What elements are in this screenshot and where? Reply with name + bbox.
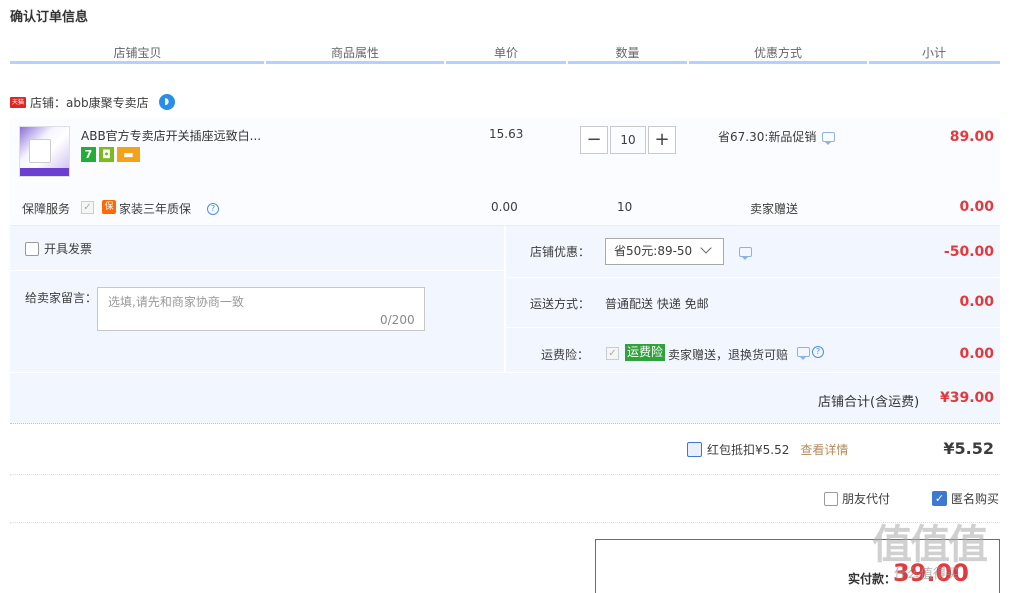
shop-discount-label: 店铺优惠： [530, 245, 591, 259]
invoice-option[interactable]: 开具发票 [25, 240, 92, 257]
divider [10, 372, 1000, 373]
red-packet-value: ¥5.52 [943, 439, 994, 458]
watermark-logo: 值值值 [872, 522, 988, 568]
promotion-text: 省67.30:新品促销 [718, 130, 817, 144]
seven-day-return-icon[interactable]: 7 [81, 147, 96, 162]
red-packet-row: 红包抵扣¥5.52 查看详情 [687, 441, 848, 458]
red-packet-checkbox[interactable] [687, 442, 702, 457]
tmall-guarantee-icon[interactable]: ◘ [99, 147, 114, 162]
divider [504, 226, 506, 372]
credit-card-icon[interactable]: ▬ [117, 147, 140, 162]
header-shop-item: 店铺宝贝 [113, 46, 162, 60]
decrease-quantity-button[interactable]: − [580, 126, 608, 154]
item-subtotal: 89.00 [949, 129, 994, 145]
memo-char-count: 0/200 [380, 313, 415, 327]
service-name-wrap: 家装三年质保 ? [119, 200, 220, 217]
wangwang-chat-icon[interactable]: ◗ [158, 94, 175, 110]
message-icon[interactable] [739, 247, 752, 260]
header-sep [867, 61, 869, 64]
help-icon[interactable]: ? [812, 346, 824, 358]
service-name: 家装三年质保 [119, 202, 192, 216]
quantity-stepper: − 10 + [580, 126, 676, 154]
header-promotion: 优惠方式 [753, 46, 802, 60]
friend-pay-checkbox[interactable] [824, 491, 838, 506]
invoice-label: 开具发票 [44, 242, 93, 256]
message-icon[interactable] [822, 131, 836, 145]
service-method: 卖家赠送 [750, 202, 799, 216]
view-details-link[interactable]: 查看详情 [800, 441, 848, 458]
shop-row: 天猫 店铺：abb康聚专卖店 ◗ [10, 92, 175, 112]
insurance-value: 0.00 [959, 346, 994, 362]
divider [10, 270, 504, 271]
insurance-checkbox: ✓ [606, 347, 619, 360]
insurance-label: 运费险： [541, 348, 590, 362]
service-label: 保障服务 [22, 202, 71, 216]
header-sep [444, 61, 446, 64]
insurance-tag: 运费险 [625, 344, 666, 361]
service-subtotal: 0.00 [959, 199, 994, 215]
divider [506, 327, 1000, 328]
shop-discount-value: -50.00 [943, 244, 994, 260]
product-badges: 7 ◘ ▬ [81, 147, 140, 162]
help-icon[interactable]: ? [207, 202, 220, 215]
warranty-icon: 保 [102, 200, 116, 214]
memo-placeholder: 选填,请先和商家协商一致 [108, 295, 244, 309]
discount-message-wrap [739, 246, 752, 260]
unit-price: 15.63 [489, 127, 524, 141]
actual-payment-label: 实付款： [848, 572, 897, 586]
header-subtotal: 小计 [921, 46, 946, 60]
anonymous-label: 匿名购买 [951, 492, 1000, 506]
product-title-link[interactable]: ABB官方专卖店开关插座远致白... [81, 127, 271, 144]
quantity-input[interactable]: 10 [610, 126, 646, 154]
divider [10, 474, 1000, 475]
header-quantity: 数量 [615, 46, 640, 60]
shop-total-value: ¥39.00 [939, 390, 994, 406]
shop-name[interactable]: 店铺：abb康聚专卖店 [30, 94, 149, 111]
page-title: 确认订单信息 [10, 10, 89, 25]
red-packet-label: 红包抵扣¥5.52 [707, 443, 790, 457]
invoice-checkbox[interactable] [25, 241, 39, 256]
thumbnail-banner [20, 168, 69, 176]
increase-quantity-button[interactable]: + [648, 126, 676, 154]
memo-label: 给卖家留言： [25, 291, 98, 305]
shipping-method: 普通配送 快递 免邮 [605, 297, 709, 311]
product-thumbnail[interactable] [19, 126, 70, 177]
insurance-text: 卖家赠送，退换货可赔 [668, 348, 789, 362]
service-quantity: 10 [617, 200, 633, 214]
divider [10, 522, 1000, 523]
anonymous-checkbox[interactable]: ✓ [932, 491, 947, 506]
header-sep [687, 61, 689, 64]
shipping-label: 运送方式： [530, 297, 591, 311]
divider [506, 277, 1000, 278]
header-sep [566, 61, 568, 64]
message-icon[interactable] [797, 347, 810, 360]
tmall-icon: 天猫 [10, 96, 26, 108]
shop-total-label: 店铺合计(含运费) [818, 395, 920, 410]
service-checkbox: ✓ [81, 201, 94, 214]
header-unit-price: 单价 [493, 46, 518, 60]
watermark-text: 什么值得买 [894, 567, 960, 582]
header-sep [264, 61, 266, 64]
socket-image [29, 139, 51, 163]
friend-pay-label: 朋友代付 [842, 492, 891, 506]
header-attributes: 商品属性 [330, 46, 379, 60]
insurance-icons: ? [797, 346, 824, 360]
header-divider [10, 61, 1000, 64]
shipping-fee: 0.00 [959, 294, 994, 310]
anonymous-option[interactable]: ✓ 匿名购买 [932, 490, 999, 507]
service-price: 0.00 [491, 200, 518, 214]
promotion-info: 省67.30:新品促销 [718, 128, 836, 145]
friend-pay-option[interactable]: 朋友代付 [824, 490, 890, 507]
